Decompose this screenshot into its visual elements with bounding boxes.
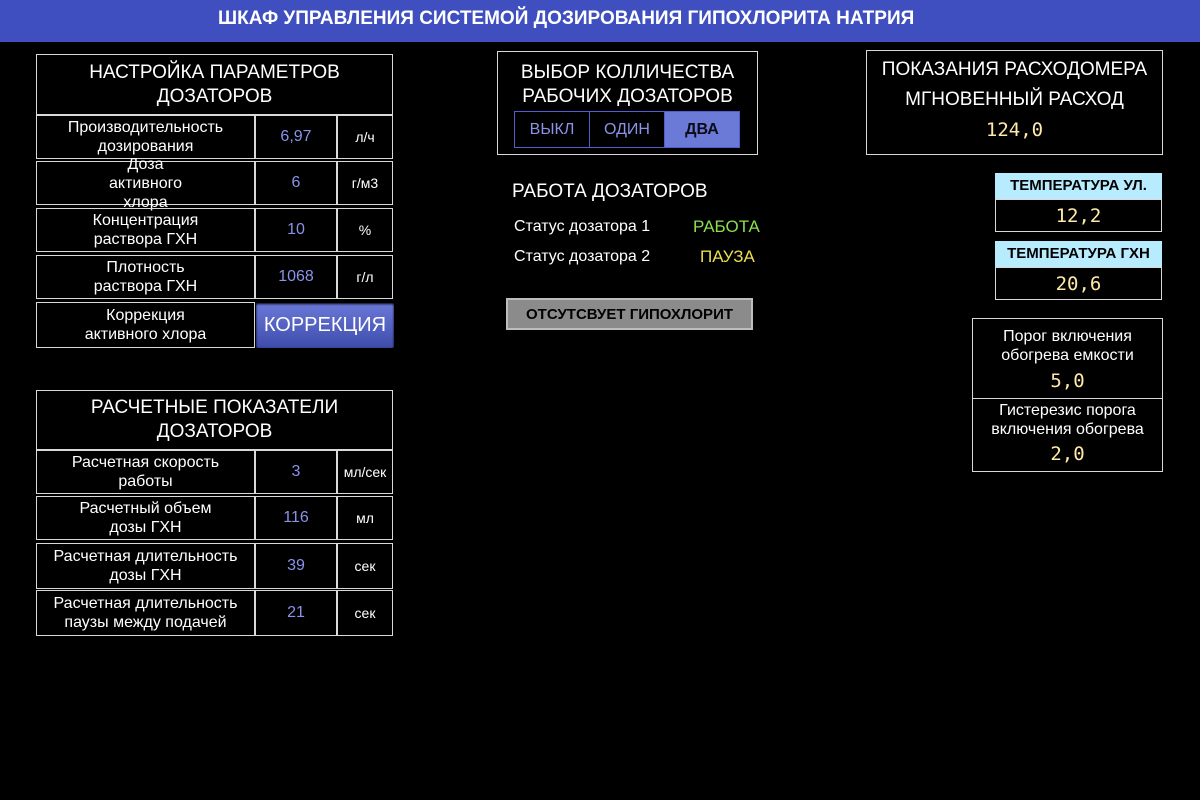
- option-two-button[interactable]: ДВА: [664, 111, 740, 148]
- settings-panel-title: НАСТРОЙКА ПАРАМЕТРОВ ДОЗАТОРОВ: [89, 61, 340, 107]
- doser1-status-value: РАБОТА: [693, 217, 760, 236]
- calc-row-value: 39: [255, 543, 337, 589]
- calc-row-unit: сек: [337, 590, 393, 636]
- heating-hysteresis-box: Гистерезис порога включения обогрева 2,0: [972, 398, 1163, 472]
- calc-row-label: Расчетная скорость работы: [36, 450, 255, 494]
- heating-threshold-label: Порог включения обогрева емкости: [1001, 328, 1134, 364]
- calc-row-unit: сек: [337, 543, 393, 589]
- calc-row-label: Расчетный объем дозы ГХН: [36, 496, 255, 540]
- settings-panel-header: НАСТРОЙКА ПАРАМЕТРОВ ДОЗАТОРОВ: [36, 54, 393, 115]
- flowmeter-panel: ПОКАЗАНИЯ РАСХОДОМЕРА МГНОВЕННЫЙ РАСХОД …: [866, 50, 1163, 155]
- calc-row-label: Расчетная длительность паузы между подач…: [36, 590, 255, 636]
- doser-work-title: РАБОТА ДОЗАТОРОВ: [512, 181, 708, 202]
- street-temp-value: 12,2: [1055, 205, 1102, 227]
- flowmeter-value: 124,0: [985, 119, 1044, 141]
- window-title-bar: ШКАФ УПРАВЛЕНИЯ СИСТЕМОЙ ДОЗИРОВАНИЯ ГИП…: [0, 0, 1200, 42]
- doser2-status-label: Статус дозатора 2: [514, 248, 651, 265]
- calc-row-unit: мл/сек: [337, 450, 393, 494]
- doser-count-title: ВЫБОР КОЛЛИЧЕСТВА РАБОЧИХ ДОЗАТОРОВ: [520, 62, 735, 107]
- option-off-button[interactable]: ВЫКЛ: [514, 111, 590, 148]
- calc-row-value: 116: [255, 496, 337, 540]
- doser2-status-value: ПАУЗА: [700, 247, 755, 266]
- settings-row-unit: л/ч: [337, 115, 393, 159]
- heating-threshold-box: Порог включения обогрева емкости 5,0: [972, 318, 1163, 399]
- street-temp-label: ТЕМПЕРАТУРА УЛ.: [995, 173, 1162, 199]
- flowmeter-title: ПОКАЗАНИЯ РАСХОДОМЕРА: [881, 59, 1148, 80]
- calc-row-value: 21: [255, 590, 337, 636]
- calc-panel-title: РАСЧЕТНЫЕ ПОКАЗАТЕЛИ ДОЗАТОРОВ: [90, 397, 339, 442]
- correction-button[interactable]: КОРРЕКЦИЯ: [256, 303, 394, 348]
- settings-row-unit: г/л: [337, 255, 393, 299]
- calc-row-value: 3: [255, 450, 337, 494]
- no-hypochlorite-alarm[interactable]: ОТСУТСВУЕТ ГИПОХЛОРИТ: [506, 298, 753, 330]
- calc-panel-header: РАСЧЕТНЫЕ ПОКАЗАТЕЛИ ДОЗАТОРОВ: [36, 390, 393, 450]
- window-title: ШКАФ УПРАВЛЕНИЯ СИСТЕМОЙ ДОЗИРОВАНИЯ ГИП…: [218, 8, 915, 29]
- gxn-temp-value: 20,6: [1055, 273, 1102, 295]
- settings-row-unit: г/м3: [337, 161, 393, 205]
- settings-row-label: Концентрация раствора ГХН: [36, 208, 255, 252]
- street-temp-box: 12,2: [995, 199, 1162, 232]
- heating-threshold-value[interactable]: 5,0: [973, 370, 1162, 392]
- settings-row-value[interactable]: 6,97: [255, 115, 337, 159]
- settings-row-label: Доза активного хлора: [36, 156, 255, 211]
- settings-row-label: Производительность дозирования: [36, 115, 255, 159]
- correction-label: Коррекция активного хлора: [36, 302, 255, 348]
- gxn-temp-box: 20,6: [995, 267, 1162, 300]
- settings-row-value[interactable]: 1068: [255, 255, 337, 299]
- settings-row-value[interactable]: 10: [255, 208, 337, 252]
- heating-hysteresis-value[interactable]: 2,0: [973, 443, 1162, 465]
- settings-row-label: Плотность раствора ГХН: [36, 255, 255, 299]
- calc-row-unit: мл: [337, 496, 393, 540]
- calc-row-label: Расчетная длительность дозы ГХН: [36, 543, 255, 589]
- option-one-button[interactable]: ОДИН: [589, 111, 665, 148]
- settings-row-unit: %: [337, 208, 393, 252]
- gxn-temp-label: ТЕМПЕРАТУРА ГХН: [995, 241, 1162, 267]
- settings-row-value[interactable]: 6: [255, 161, 337, 205]
- heating-hysteresis-label: Гистерезис порога включения обогрева: [991, 402, 1144, 438]
- doser1-status-label: Статус дозатора 1: [514, 218, 651, 235]
- flowmeter-subtitle: МГНОВЕННЫЙ РАСХОД: [905, 89, 1124, 110]
